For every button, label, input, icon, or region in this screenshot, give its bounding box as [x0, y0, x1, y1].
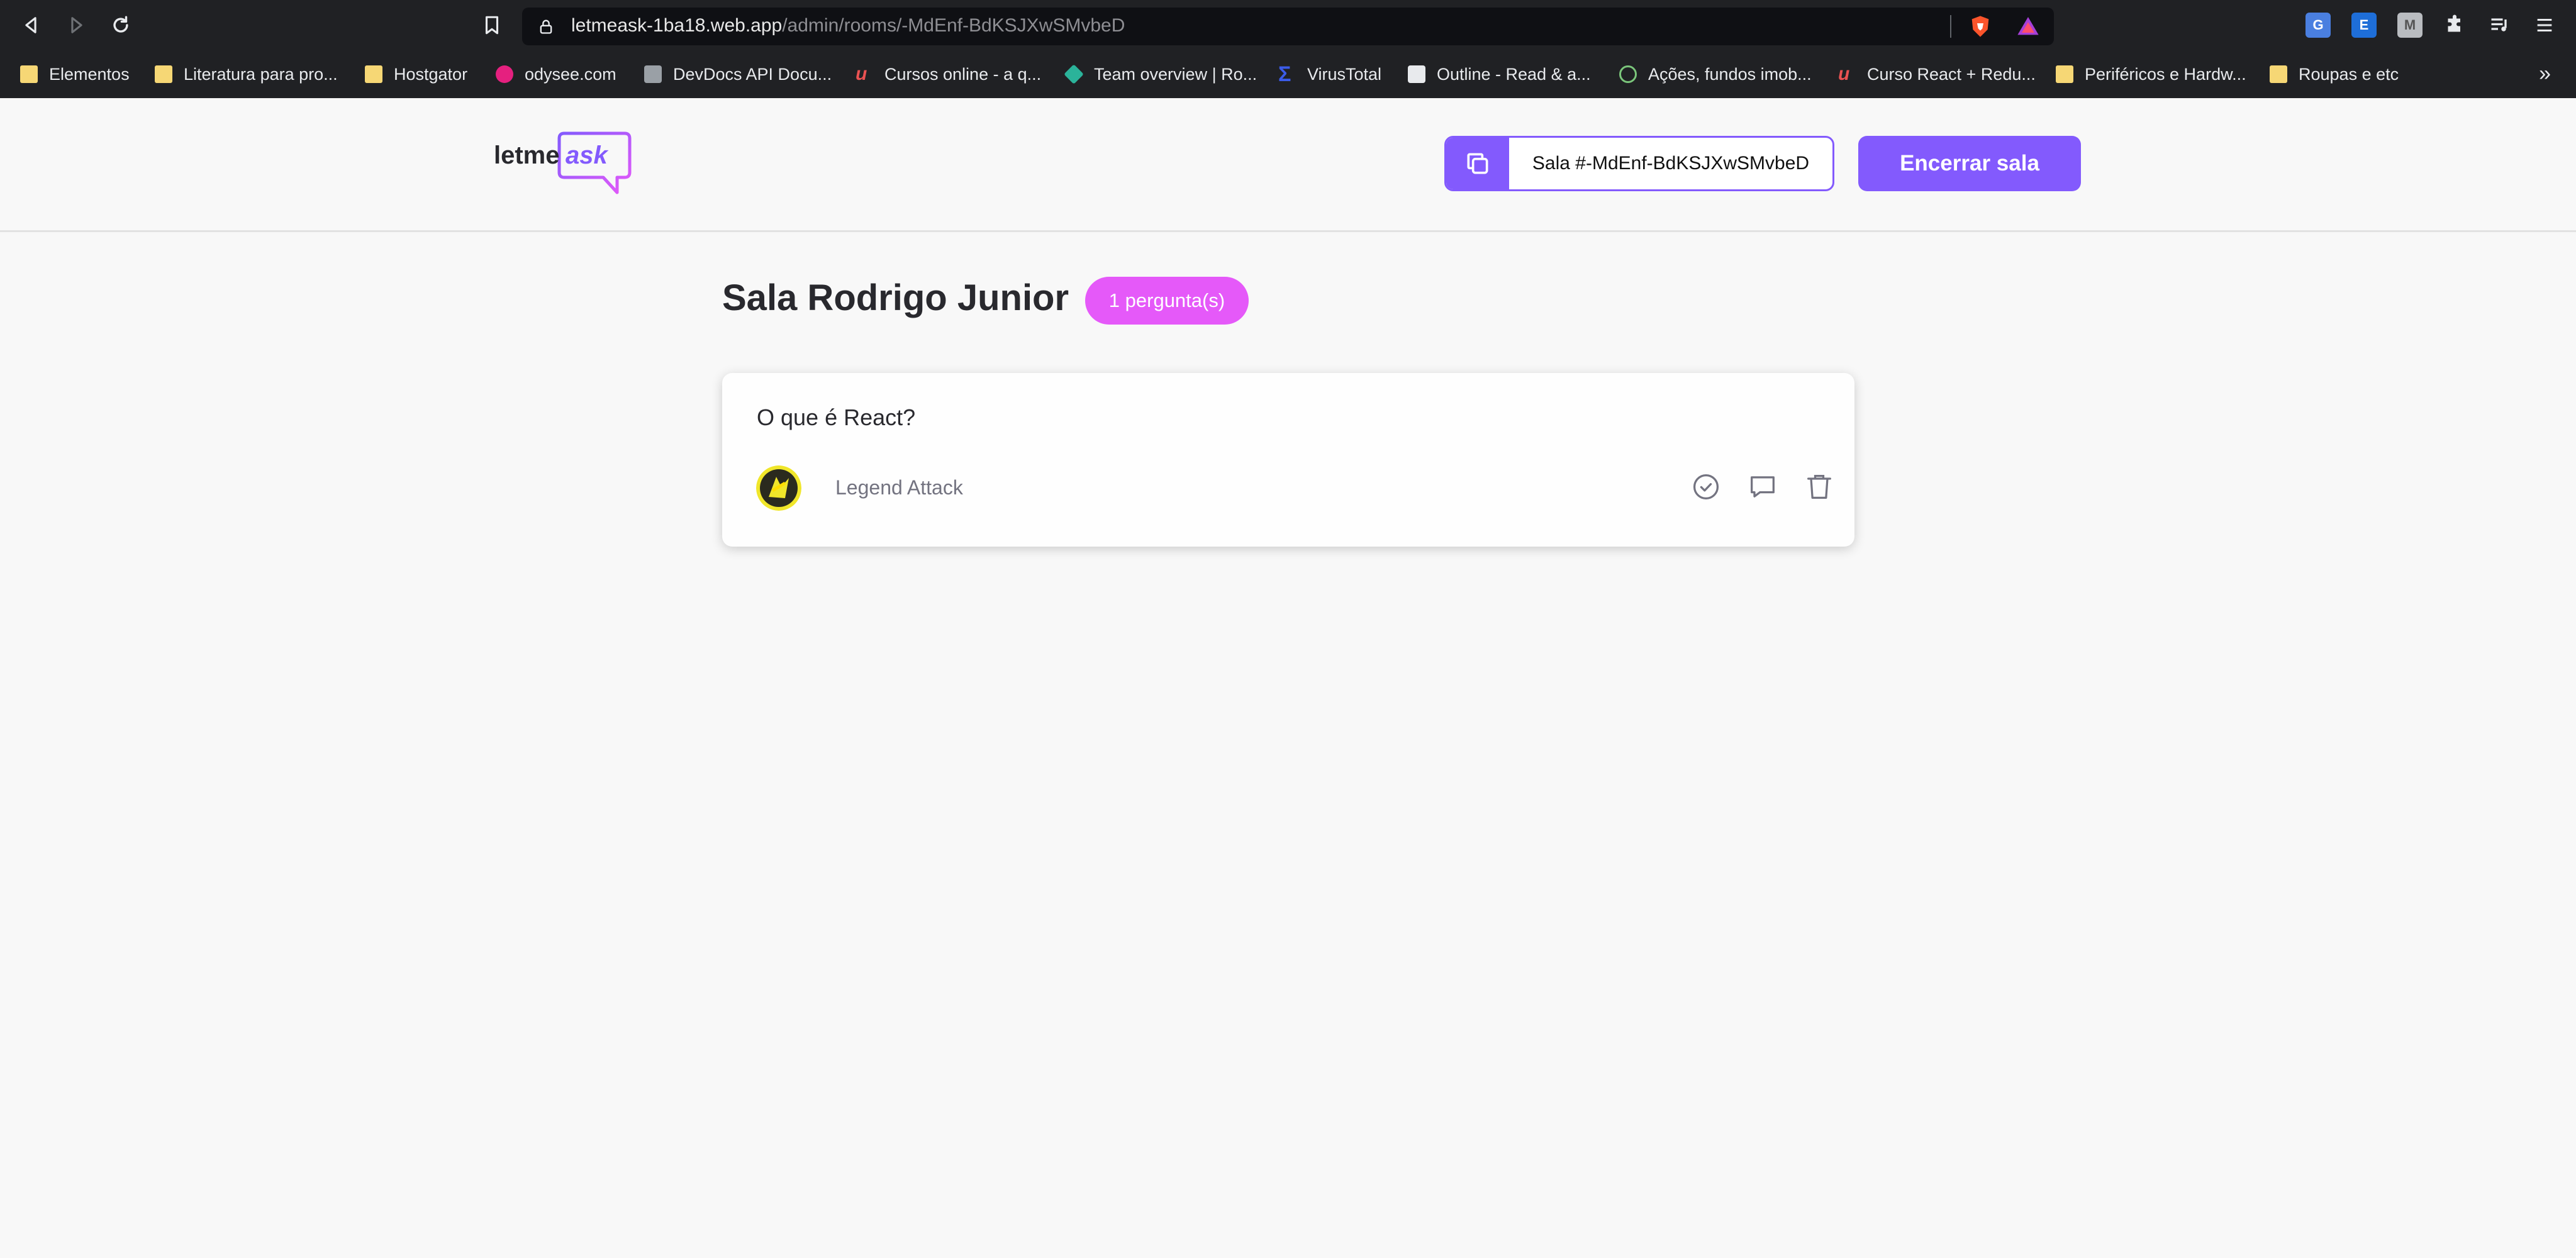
delete-question-button[interactable] — [1801, 469, 1837, 505]
playlist-icon[interactable] — [2487, 13, 2512, 38]
extension-m-icon[interactable]: M — [2397, 13, 2423, 38]
udemy-icon: u — [856, 64, 867, 84]
devdocs-icon — [644, 65, 662, 83]
folder-icon — [2270, 65, 2287, 83]
extension-icon[interactable]: E — [2351, 13, 2377, 38]
bookmark-label: Periféricos e Hardw... — [2085, 64, 2246, 84]
address-bar[interactable]: letmeask-1ba18.web.app/admin/rooms/-MdEn… — [522, 8, 2054, 45]
bookmark-item[interactable]: DevDocs API Docu... — [644, 62, 832, 87]
bookmark-page-button[interactable] — [478, 11, 506, 39]
bookmark-icon — [485, 16, 499, 35]
bookmark-item[interactable]: Outline - Read & a... — [1408, 62, 1591, 87]
question-author: Legend Attack — [835, 476, 963, 499]
copy-room-code-button[interactable] — [1446, 138, 1509, 189]
forward-button[interactable] — [63, 11, 91, 39]
brave-rewards-icon[interactable] — [2016, 14, 2041, 39]
bookmark-label: Curso React + Redu... — [1867, 64, 2036, 84]
bookmark-label: DevDocs API Docu... — [673, 64, 832, 84]
bookmark-label: Cursos online - a q... — [884, 64, 1042, 84]
app-header: letme ask Sala #-MdEnf-BdKSJXwSMvbeD Enc… — [0, 98, 2576, 232]
bookmark-label: Ações, fundos imob... — [1648, 64, 1812, 84]
room-code-label: Sala #-MdEnf-BdKSJXwSMvbeD — [1532, 153, 1810, 174]
bookmark-item[interactable]: Team overview | Ro... — [1064, 62, 1257, 87]
folder-icon — [2056, 65, 2073, 83]
diamond-icon — [1064, 64, 1084, 84]
letmeask-logo[interactable]: letme ask — [494, 131, 632, 200]
folder-icon — [20, 65, 38, 83]
check-circle-icon — [1693, 474, 1719, 500]
bookmark-item[interactable]: u Curso React + Redu... — [1838, 62, 2036, 87]
reload-button[interactable] — [107, 11, 135, 39]
trash-icon — [1807, 475, 1831, 499]
bookmarks-overflow-button[interactable]: » — [2539, 62, 2551, 86]
odysee-icon — [496, 65, 513, 83]
folder-icon — [155, 65, 172, 83]
bookmark-item[interactable]: u Cursos online - a q... — [856, 62, 1041, 87]
question-content: O que é React? — [757, 404, 916, 430]
bookmark-item[interactable]: Periféricos e Hardw... — [2056, 62, 2246, 87]
bookmark-label: Hostgator — [394, 64, 468, 84]
forward-icon — [71, 17, 82, 33]
bookmark-item[interactable]: Literatura para pro... — [155, 62, 338, 87]
mark-answered-button[interactable] — [1688, 469, 1724, 505]
question-count-badge: 1 pergunta(s) — [1085, 277, 1249, 325]
finance-icon — [1619, 65, 1637, 83]
logo-text-accent: ask — [566, 142, 608, 169]
back-icon — [25, 17, 36, 33]
reload-icon — [113, 16, 128, 33]
folder-icon — [365, 65, 382, 83]
bookmark-label: Outline - Read & a... — [1437, 64, 1591, 84]
outline-icon — [1408, 65, 1425, 83]
bookmark-label: VirusTotal — [1307, 64, 1382, 84]
menu-icon[interactable] — [2532, 13, 2557, 38]
virustotal-icon: Σ — [1278, 62, 1291, 86]
bookmark-label: Roupas e etc — [2299, 64, 2399, 84]
copy-icon — [1467, 153, 1488, 174]
lock-icon — [540, 19, 552, 34]
bookmark-item[interactable]: Ações, fundos imob... — [1619, 62, 1812, 87]
close-room-button[interactable]: Encerrar sala — [1858, 136, 2081, 191]
avatar — [756, 465, 801, 511]
bookmark-label: Elementos — [49, 64, 130, 84]
url-text: letmeask-1ba18.web.app/admin/rooms/-MdEn… — [571, 15, 1125, 36]
bookmark-item[interactable]: Elementos — [20, 62, 130, 87]
highlight-question-button[interactable] — [1744, 469, 1781, 505]
page-title: Sala Rodrigo Junior — [722, 277, 1069, 318]
bookmark-item[interactable]: odysee.com — [496, 62, 616, 87]
answer-icon — [1751, 476, 1775, 498]
extensions-puzzle-icon[interactable] — [2442, 13, 2467, 38]
logo-text-plain: letme — [494, 142, 560, 169]
bookmark-label: odysee.com — [525, 64, 616, 84]
bookmark-item[interactable]: Σ VirusTotal — [1278, 62, 1381, 87]
translate-extension-icon[interactable]: G — [2306, 13, 2331, 38]
browser-toolbar: letmeask-1ba18.web.app/admin/rooms/-MdEn… — [0, 0, 2576, 50]
bookmark-label: Team overview | Ro... — [1094, 64, 1257, 84]
bookmark-item[interactable]: Hostgator — [365, 62, 467, 87]
url-separator — [1950, 15, 1951, 38]
bookmark-item[interactable]: Roupas e etc — [2270, 62, 2399, 87]
brave-shields-icon[interactable] — [1968, 14, 1993, 39]
question-card: O que é React? Legend Attack — [722, 373, 1854, 547]
url-path: /admin/rooms/-MdEnf-BdKSJXwSMvbeD — [782, 15, 1125, 36]
back-button[interactable] — [17, 11, 45, 39]
udemy-icon: u — [1838, 64, 1850, 84]
bookmark-label: Literatura para pro... — [184, 64, 338, 84]
url-host: letmeask-1ba18.web.app — [571, 15, 783, 36]
bookmarks-bar: Elementos Literatura para pro... Hostgat… — [0, 50, 2576, 99]
room-code[interactable]: Sala #-MdEnf-BdKSJXwSMvbeD — [1444, 136, 1834, 191]
